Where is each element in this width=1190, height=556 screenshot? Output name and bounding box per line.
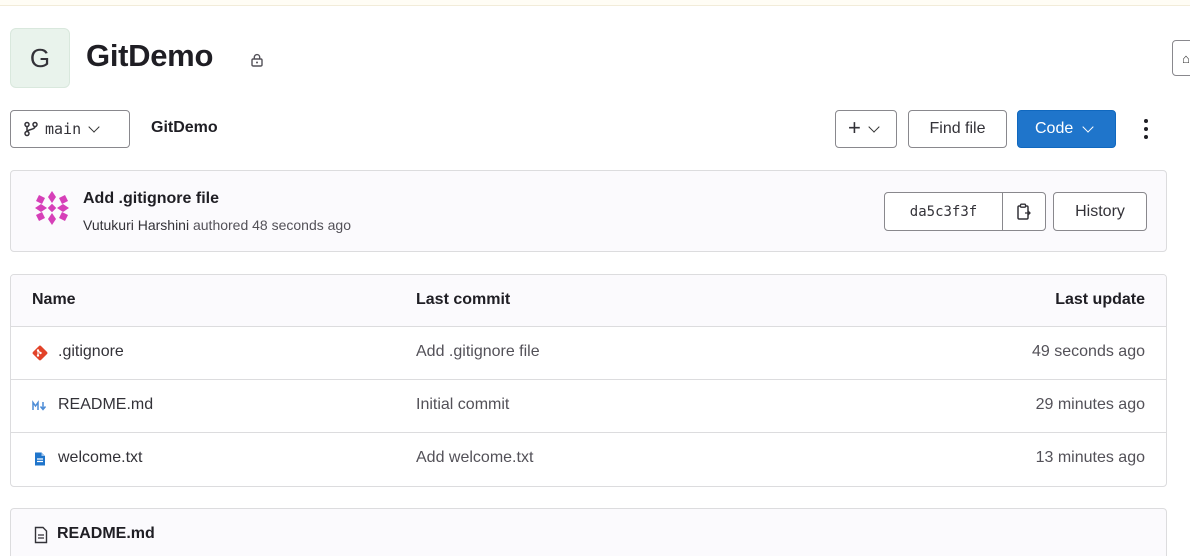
last-commit-card: Add .gitignore file Vutukuri Harshini au… <box>10 170 1167 252</box>
commit-author[interactable]: Vutukuri Harshini <box>83 217 189 233</box>
branch-selector[interactable]: main <box>10 110 130 148</box>
markdown-icon <box>32 400 47 411</box>
file-last-update: 29 minutes ago <box>1035 396 1145 413</box>
author-avatar[interactable] <box>33 189 71 227</box>
chevron-down-icon <box>1082 120 1094 133</box>
kebab-menu-icon[interactable] <box>1139 116 1153 142</box>
commit-sha-group: da5c3f3f <box>884 192 1046 231</box>
commit-meta: Vutukuri Harshini authored 48 seconds ag… <box>83 217 351 233</box>
readme-header: README.md <box>10 508 1167 556</box>
project-avatar[interactable]: G <box>10 28 70 88</box>
notifications-button[interactable]: ⌂ <box>1172 40 1190 76</box>
readme-title[interactable]: README.md <box>57 525 155 543</box>
breadcrumb[interactable]: GitDemo <box>151 119 218 137</box>
copy-icon <box>1017 203 1031 220</box>
commit-sha[interactable]: da5c3f3f <box>885 193 1003 230</box>
table-row[interactable]: welcome.txt Add welcome.txt 13 minutes a… <box>11 433 1166 486</box>
document-icon <box>34 526 48 544</box>
code-button[interactable]: Code <box>1017 110 1116 148</box>
file-name[interactable]: welcome.txt <box>58 449 142 467</box>
branch-name: main <box>45 120 82 138</box>
plus-icon: + <box>848 115 861 140</box>
history-button[interactable]: History <box>1053 192 1147 231</box>
table-row[interactable]: .gitignore Add .gitignore file 49 second… <box>11 327 1166 380</box>
file-name[interactable]: README.md <box>58 396 153 414</box>
column-header-last-update: Last update <box>1055 291 1145 308</box>
find-file-button[interactable]: Find file <box>908 110 1007 148</box>
history-label: History <box>1075 202 1125 220</box>
find-file-label: Find file <box>929 120 986 137</box>
file-name[interactable]: .gitignore <box>58 343 124 361</box>
commit-title[interactable]: Add .gitignore file <box>83 190 219 208</box>
bell-icon: ⌂ <box>1182 51 1190 66</box>
text-file-icon <box>35 452 45 466</box>
add-button[interactable]: + <box>835 110 897 148</box>
commit-time: authored 48 seconds ago <box>192 217 351 233</box>
code-label: Code <box>1035 120 1074 137</box>
copy-sha-button[interactable] <box>1003 193 1045 230</box>
table-row[interactable]: README.md Initial commit 29 minutes ago <box>11 380 1166 433</box>
file-last-commit[interactable]: Add welcome.txt <box>416 449 533 467</box>
table-header: Name Last commit Last update <box>11 275 1166 327</box>
chevron-down-icon <box>868 120 880 133</box>
branch-icon <box>24 121 38 137</box>
chevron-down-icon <box>88 120 100 133</box>
column-header-name: Name <box>32 291 76 308</box>
top-banner-strip <box>0 0 1190 6</box>
file-table: Name Last commit Last update .gitignore … <box>10 274 1167 487</box>
column-header-last-commit: Last commit <box>416 291 511 308</box>
file-last-commit[interactable]: Initial commit <box>416 396 509 414</box>
lock-icon <box>251 53 263 67</box>
file-last-update: 49 seconds ago <box>1032 343 1145 360</box>
git-logo-icon <box>32 345 48 361</box>
file-last-commit[interactable]: Add .gitignore file <box>416 343 540 361</box>
project-title: GitDemo <box>86 38 214 73</box>
file-last-update: 13 minutes ago <box>1035 449 1145 466</box>
project-avatar-letter: G <box>29 42 51 73</box>
